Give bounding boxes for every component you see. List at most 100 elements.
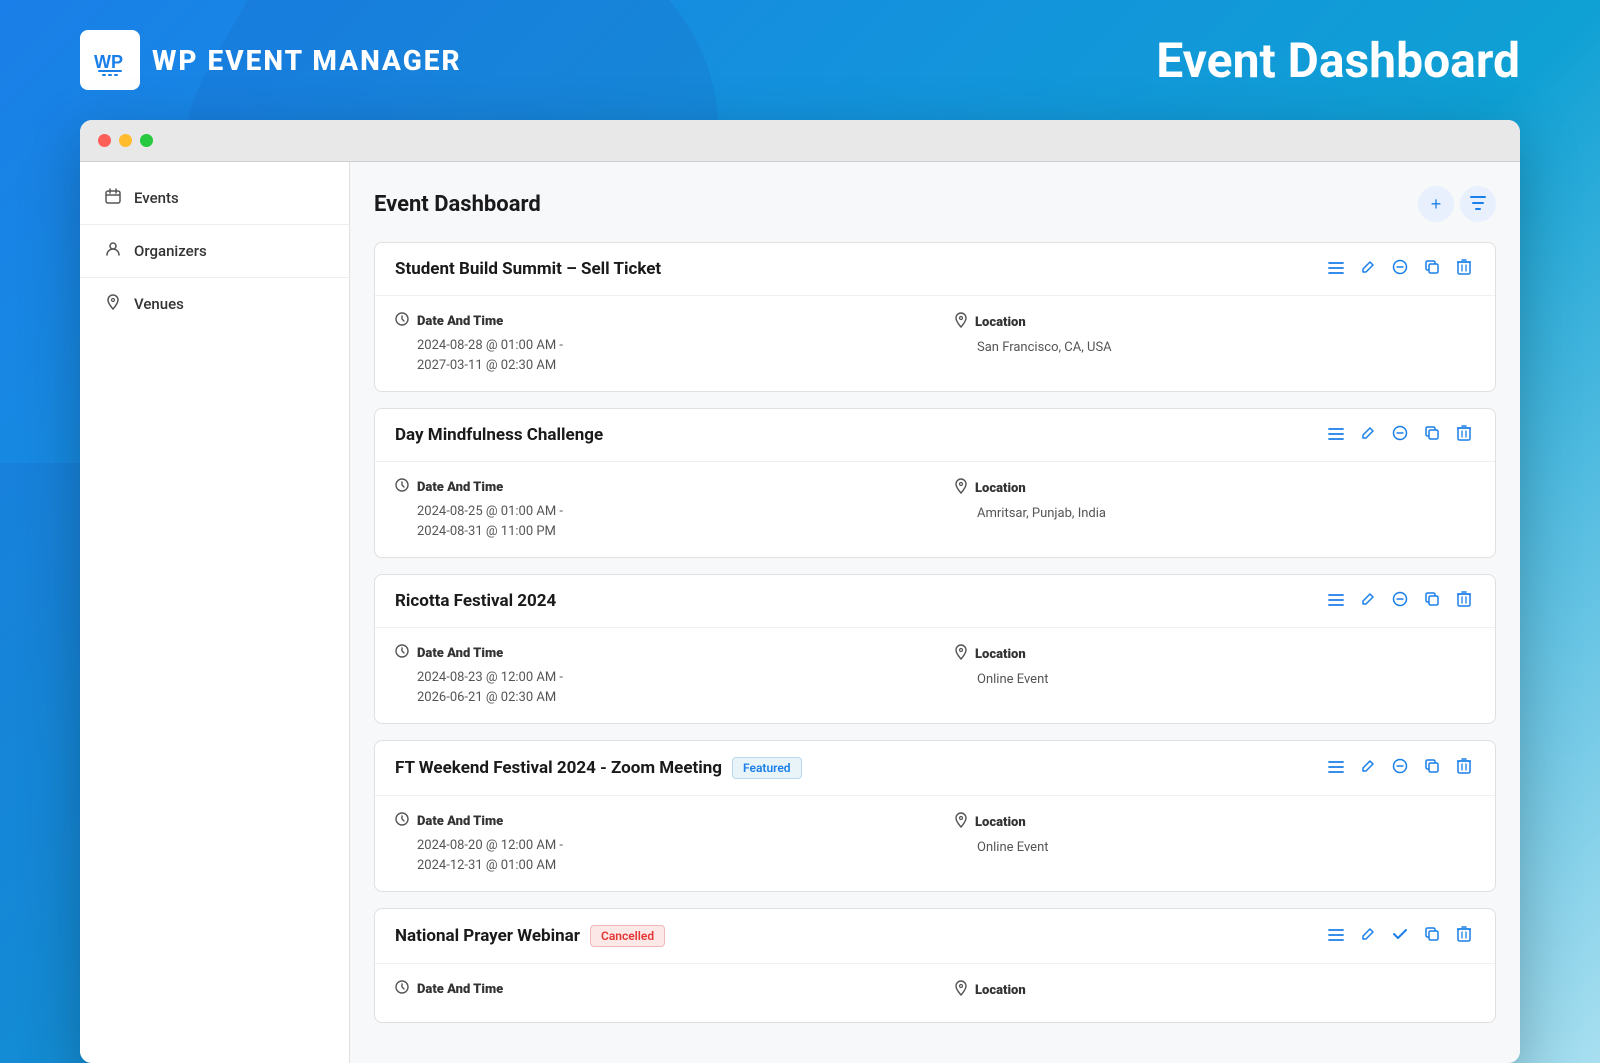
main-content: Event Dashboard + — [350, 162, 1520, 1063]
edit-icon[interactable] — [1357, 259, 1379, 279]
person-icon — [104, 241, 122, 261]
event-card-event-1: Student Build Summit – Sell Ticket — [374, 242, 1496, 392]
clock-icon — [395, 478, 409, 496]
event-datetime-section: Date And Time — [395, 980, 915, 1006]
event-actions-event-2 — [1325, 425, 1475, 445]
cancel-icon[interactable] — [1389, 591, 1411, 611]
delete-icon[interactable] — [1453, 758, 1475, 778]
list-icon[interactable] — [1325, 426, 1347, 445]
app-header: WP WP EVENT MANAGER Event Dashboard — [0, 0, 1600, 120]
event-location-section: Location San Francisco, CA, USA — [955, 312, 1475, 375]
event-body-event-4: Date And Time 2024-08-20 @ 12:00 AM -202… — [375, 796, 1495, 891]
header-actions: + — [1418, 186, 1496, 222]
main-window: Events Organizers Venues — [80, 120, 1520, 1063]
filter-button[interactable] — [1460, 186, 1496, 222]
event-title-event-4: FT Weekend Festival 2024 - Zoom Meeting … — [395, 757, 802, 779]
event-title-event-2: Day Mindfulness Challenge — [395, 425, 603, 445]
calendar-icon — [104, 188, 122, 208]
event-body-event-5: Date And Time Location — [375, 964, 1495, 1022]
cancel-icon[interactable] — [1389, 758, 1411, 778]
event-header-event-1: Student Build Summit – Sell Ticket — [375, 243, 1495, 296]
event-date-value: 2024-08-23 @ 12:00 AM -2026-06-21 @ 02:3… — [395, 668, 915, 707]
copy-icon[interactable] — [1421, 926, 1443, 946]
event-card-event-2: Day Mindfulness Challenge — [374, 408, 1496, 558]
event-location-section: Location Online Event — [955, 812, 1475, 875]
event-title-event-5: National Prayer Webinar Cancelled — [395, 925, 665, 947]
sidebar-organizers-label: Organizers — [134, 242, 207, 260]
window-body: Events Organizers Venues — [80, 162, 1520, 1063]
check-icon[interactable] — [1389, 926, 1411, 946]
location-icon — [955, 312, 967, 332]
delete-icon[interactable] — [1453, 259, 1475, 279]
add-event-button[interactable]: + — [1418, 186, 1454, 222]
copy-icon[interactable] — [1421, 259, 1443, 279]
sidebar-venues-label: Venues — [134, 295, 184, 313]
event-location-value: Online Event — [955, 670, 1475, 690]
event-date-value: 2024-08-25 @ 01:00 AM -2024-08-31 @ 11:0… — [395, 502, 915, 541]
logo-icon: WP — [80, 30, 140, 90]
event-actions-event-1 — [1325, 259, 1475, 279]
sidebar-item-organizers[interactable]: Organizers — [80, 225, 349, 278]
location-icon — [955, 644, 967, 664]
event-body-event-3: Date And Time 2024-08-23 @ 12:00 AM -202… — [375, 628, 1495, 723]
event-actions-event-5 — [1325, 926, 1475, 946]
event-location-section: Location — [955, 980, 1475, 1006]
event-datetime-section: Date And Time 2024-08-25 @ 01:00 AM -202… — [395, 478, 915, 541]
svg-text:WP: WP — [94, 52, 123, 72]
sidebar-item-events[interactable]: Events — [80, 172, 349, 225]
edit-icon[interactable] — [1357, 425, 1379, 445]
copy-icon[interactable] — [1421, 591, 1443, 611]
filter-icon — [1470, 194, 1486, 215]
event-datetime-section: Date And Time 2024-08-23 @ 12:00 AM -202… — [395, 644, 915, 707]
plus-icon: + — [1431, 194, 1442, 215]
minimize-button[interactable] — [119, 134, 132, 147]
delete-icon[interactable] — [1453, 425, 1475, 445]
event-card-event-3: Ricotta Festival 2024 — [374, 574, 1496, 724]
event-header-event-2: Day Mindfulness Challenge — [375, 409, 1495, 462]
close-button[interactable] — [98, 134, 111, 147]
events-list: Student Build Summit – Sell Ticket — [374, 242, 1496, 1023]
sidebar: Events Organizers Venues — [80, 162, 350, 1063]
event-location-section: Location Amritsar, Punjab, India — [955, 478, 1475, 541]
cancel-icon[interactable] — [1389, 425, 1411, 445]
clock-icon — [395, 644, 409, 662]
copy-icon[interactable] — [1421, 758, 1443, 778]
cancel-icon[interactable] — [1389, 259, 1411, 279]
event-datetime-section: Date And Time 2024-08-20 @ 12:00 AM -202… — [395, 812, 915, 875]
page-title: Event Dashboard — [1156, 32, 1520, 89]
delete-icon[interactable] — [1453, 926, 1475, 946]
logo-text: WP EVENT MANAGER — [152, 44, 462, 77]
event-card-event-5: National Prayer Webinar Cancelled — [374, 908, 1496, 1023]
edit-icon[interactable] — [1357, 926, 1379, 946]
list-icon[interactable] — [1325, 927, 1347, 946]
event-body-event-1: Date And Time 2024-08-28 @ 01:00 AM -202… — [375, 296, 1495, 391]
event-header-event-4: FT Weekend Festival 2024 - Zoom Meeting … — [375, 741, 1495, 796]
dashboard-title: Event Dashboard — [374, 192, 541, 217]
edit-icon[interactable] — [1357, 758, 1379, 778]
location-icon — [955, 478, 967, 498]
event-location-value: Amritsar, Punjab, India — [955, 504, 1475, 524]
list-icon[interactable] — [1325, 759, 1347, 778]
event-header-event-3: Ricotta Festival 2024 — [375, 575, 1495, 628]
event-location-value: Online Event — [955, 838, 1475, 858]
event-card-event-4: FT Weekend Festival 2024 - Zoom Meeting … — [374, 740, 1496, 892]
event-date-value: 2024-08-20 @ 12:00 AM -2024-12-31 @ 01:0… — [395, 836, 915, 875]
window-titlebar — [80, 120, 1520, 162]
location-icon — [955, 812, 967, 832]
delete-icon[interactable] — [1453, 591, 1475, 611]
list-icon[interactable] — [1325, 260, 1347, 279]
event-date-value: 2024-08-28 @ 01:00 AM -2027-03-11 @ 02:3… — [395, 336, 915, 375]
dashboard-header: Event Dashboard + — [374, 186, 1496, 222]
edit-icon[interactable] — [1357, 591, 1379, 611]
pin-icon — [104, 294, 122, 314]
location-icon — [955, 980, 967, 1000]
list-icon[interactable] — [1325, 592, 1347, 611]
maximize-button[interactable] — [140, 134, 153, 147]
sidebar-item-venues[interactable]: Venues — [80, 278, 349, 330]
clock-icon — [395, 980, 409, 998]
copy-icon[interactable] — [1421, 425, 1443, 445]
event-location-section: Location Online Event — [955, 644, 1475, 707]
event-datetime-section: Date And Time 2024-08-28 @ 01:00 AM -202… — [395, 312, 915, 375]
event-body-event-2: Date And Time 2024-08-25 @ 01:00 AM -202… — [375, 462, 1495, 557]
event-actions-event-4 — [1325, 758, 1475, 778]
